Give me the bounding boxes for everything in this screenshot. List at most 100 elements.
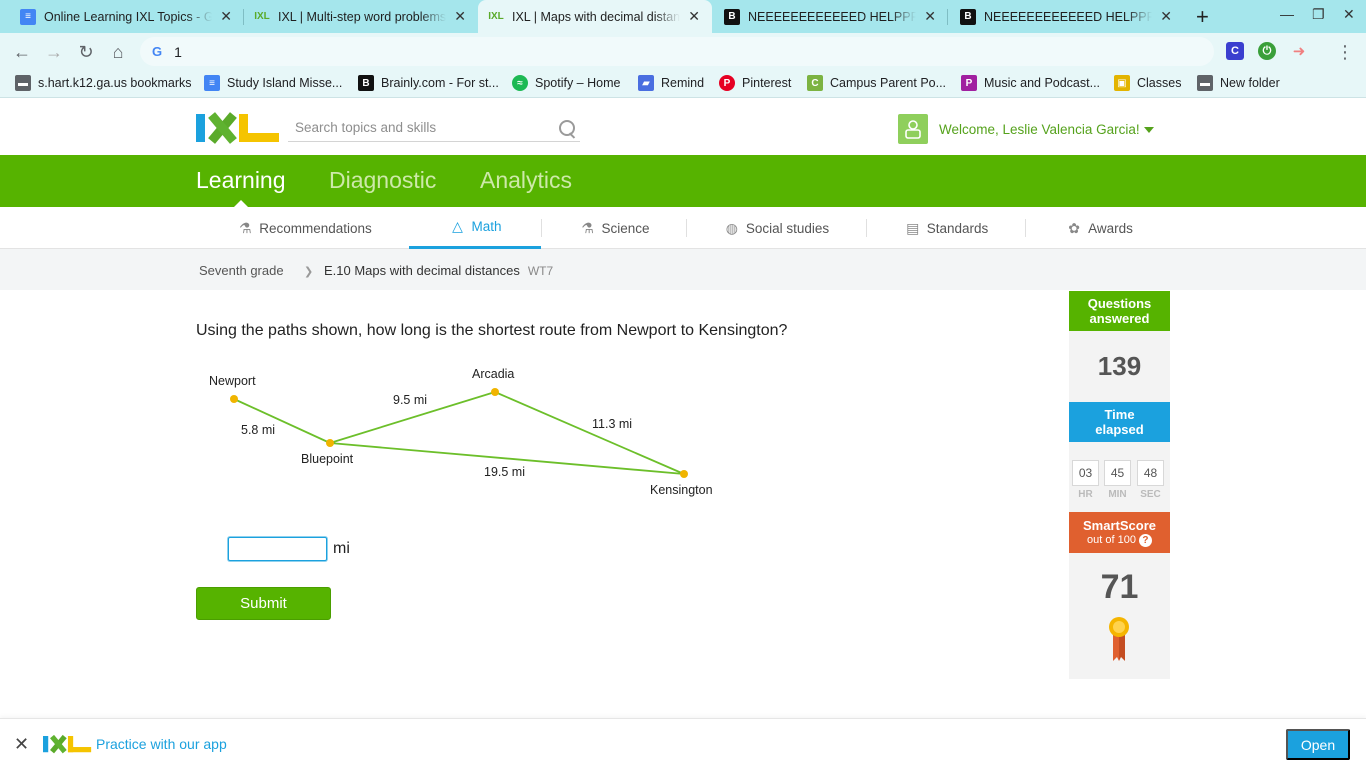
skill-code: WT7 (527, 264, 554, 278)
tab-standards[interactable]: ▤ Standards (886, 207, 1006, 249)
bookmark-item[interactable]: ▬ s.hart.k12.ga.us bookmarks (15, 75, 192, 91)
time-minutes: 45 (1104, 460, 1131, 486)
reload-icon[interactable]: ↻ (75, 41, 97, 63)
address-bar[interactable]: G 1 (140, 37, 1214, 66)
window-close-icon[interactable]: ✕ (1343, 6, 1355, 23)
forward-icon[interactable]: → (43, 41, 65, 63)
close-icon[interactable]: ✕ (452, 8, 468, 25)
close-icon[interactable]: ✕ (922, 8, 938, 25)
submit-button[interactable]: Submit (196, 587, 331, 620)
bookmark-item[interactable]: ▰ Remind (638, 75, 704, 91)
clipboard-icon: ▤ (906, 219, 920, 236)
home-icon[interactable]: ⌂ (107, 41, 129, 63)
time-hours: 03 (1072, 460, 1099, 486)
tab-math[interactable]: △ Math (409, 207, 541, 249)
time-seconds: 48 (1137, 460, 1164, 486)
tab-title: NEEEEEEEEEEEED HELPPPPP (984, 9, 1153, 24)
ixl-logo[interactable] (196, 114, 279, 142)
search-icon[interactable] (557, 118, 577, 138)
close-icon[interactable]: ✕ (14, 734, 29, 755)
tab-title: NEEEEEEEEEEEED HELPPPPP (748, 9, 917, 24)
extension-c-icon[interactable]: C (1226, 42, 1244, 60)
tab-science[interactable]: ⚗ Science (560, 207, 668, 249)
tab-awards[interactable]: ✿ Awards (1048, 207, 1150, 249)
banner-text: Practice with our app (96, 736, 227, 752)
extension-puzzle-icon[interactable]: ➜ (1290, 42, 1308, 60)
back-icon[interactable]: ← (11, 41, 33, 63)
breadcrumb-grade[interactable]: Seventh grade (199, 263, 284, 278)
brainly-icon: B (358, 75, 374, 91)
time-minutes-label: MIN (1108, 489, 1127, 500)
restore-icon[interactable]: ❐ (1312, 6, 1325, 23)
question-prompt: Using the paths shown, how long is the s… (196, 322, 788, 339)
ixl-header: Search topics and skills Welcome, Leslie… (0, 98, 1366, 155)
welcome-text: Welcome, Leslie Valencia Garcia! (939, 122, 1140, 137)
bookmark-item[interactable]: ≈ Spotify – Home (512, 75, 620, 91)
browser-tab-1[interactable]: ≡ Online Learning IXL Topics - Goo ✕ (10, 0, 244, 33)
menu-kebab-icon[interactable]: ⋮ (1334, 41, 1356, 63)
new-tab-icon[interactable]: + (1196, 4, 1209, 30)
bookmark-item[interactable]: ▣ Classes (1114, 75, 1181, 91)
path-arcadia-kensington (494, 391, 685, 475)
bookmark-item[interactable]: ▬ New folder (1197, 75, 1280, 91)
ixl-icon: IXL (488, 11, 504, 22)
close-icon[interactable]: ✕ (686, 8, 702, 25)
answer-input[interactable] (228, 537, 327, 561)
tab-title: IXL | Maps with decimal distance (512, 9, 681, 24)
bookmarks-bar: ▬ s.hart.k12.ga.us bookmarks ≡ Study Islan… (0, 70, 1366, 98)
node-arcadia (491, 388, 499, 396)
welcome-menu[interactable]: Welcome, Leslie Valencia Garcia! (939, 122, 1154, 137)
minimize-icon[interactable]: — (1280, 6, 1294, 22)
tab-recommendations[interactable]: ⚗ Recommendations (226, 207, 382, 249)
smartscore-sub: out of 100 (1087, 533, 1136, 546)
ixl-icon: IXL (254, 11, 270, 22)
bookmark-item[interactable]: P Music and Podcast... (961, 75, 1100, 91)
smartscore-label: SmartScore (1083, 517, 1156, 533)
pandora-icon: P (961, 75, 977, 91)
browser-toolbar: ← → ↻ ⌂ G 1 C ⏻ ➜ ⋮ (0, 33, 1366, 70)
search-input[interactable]: Search topics and skills (288, 120, 557, 135)
avatar[interactable] (898, 114, 928, 144)
city-label-newport: Newport (209, 374, 256, 388)
bookmark-item[interactable]: P Pinterest (719, 75, 791, 91)
questions-answered-label: Questions answered (1069, 291, 1170, 331)
breadcrumb-skill: E.10 Maps with decimal distances WT7 (324, 263, 554, 278)
google-icon: G (152, 44, 163, 59)
app-banner: ✕ Practice with our app Open (0, 718, 1366, 768)
browser-tab-2[interactable]: IXL IXL | Multi-step word problems | ✕ (244, 0, 478, 33)
city-label-bluepoint: Bluepoint (301, 452, 354, 466)
nav-learning[interactable]: Learning (196, 167, 286, 194)
bookmark-item[interactable]: C Campus Parent Po... (807, 75, 946, 91)
search-box[interactable]: Search topics and skills (288, 114, 580, 142)
city-label-kensington: Kensington (650, 483, 713, 497)
close-icon[interactable]: ✕ (1158, 8, 1174, 25)
route-map: Newport Arcadia Bluepoint Kensington 5.8… (209, 367, 713, 497)
folder-icon: ▬ (15, 75, 31, 91)
browser-tab-3[interactable]: IXL IXL | Maps with decimal distance ✕ (478, 0, 712, 33)
browser-tab-4[interactable]: B NEEEEEEEEEEEED HELPPPPP ✕ (714, 0, 948, 33)
main-nav: Learning Diagnostic Analytics (0, 155, 1366, 207)
nav-diagnostic[interactable]: Diagnostic (329, 167, 436, 194)
node-kensington (680, 470, 688, 478)
bookmark-item[interactable]: B Brainly.com - For st... (358, 75, 499, 91)
docs-icon: ≡ (20, 8, 36, 25)
smartscore-header: SmartScore out of 100? (1069, 512, 1170, 553)
globe-icon: ◍ (725, 219, 738, 236)
answer-unit: mi (333, 540, 350, 557)
campus-icon: C (807, 75, 823, 91)
bookmark-item[interactable]: ≡ Study Island Misse... (204, 75, 342, 91)
award-ribbon-icon (1109, 617, 1129, 661)
help-icon[interactable]: ? (1138, 533, 1152, 547)
power-icon[interactable]: ⏻ (1258, 42, 1276, 60)
nav-analytics[interactable]: Analytics (480, 167, 572, 194)
open-app-button[interactable]: Open (1286, 729, 1350, 760)
close-icon[interactable]: ✕ (218, 8, 234, 25)
distance-label: 9.5 mi (393, 393, 427, 407)
recommendations-icon: ⚗ (238, 219, 252, 236)
user-icon (905, 120, 921, 139)
tab-social-studies[interactable]: ◍ Social studies (706, 207, 846, 249)
browser-tab-5[interactable]: B NEEEEEEEEEEEED HELPPPPP ✕ (950, 0, 1184, 33)
city-label-arcadia: Arcadia (472, 367, 514, 381)
flask-icon: ⚗ (581, 219, 594, 236)
distance-label: 19.5 mi (484, 465, 525, 479)
